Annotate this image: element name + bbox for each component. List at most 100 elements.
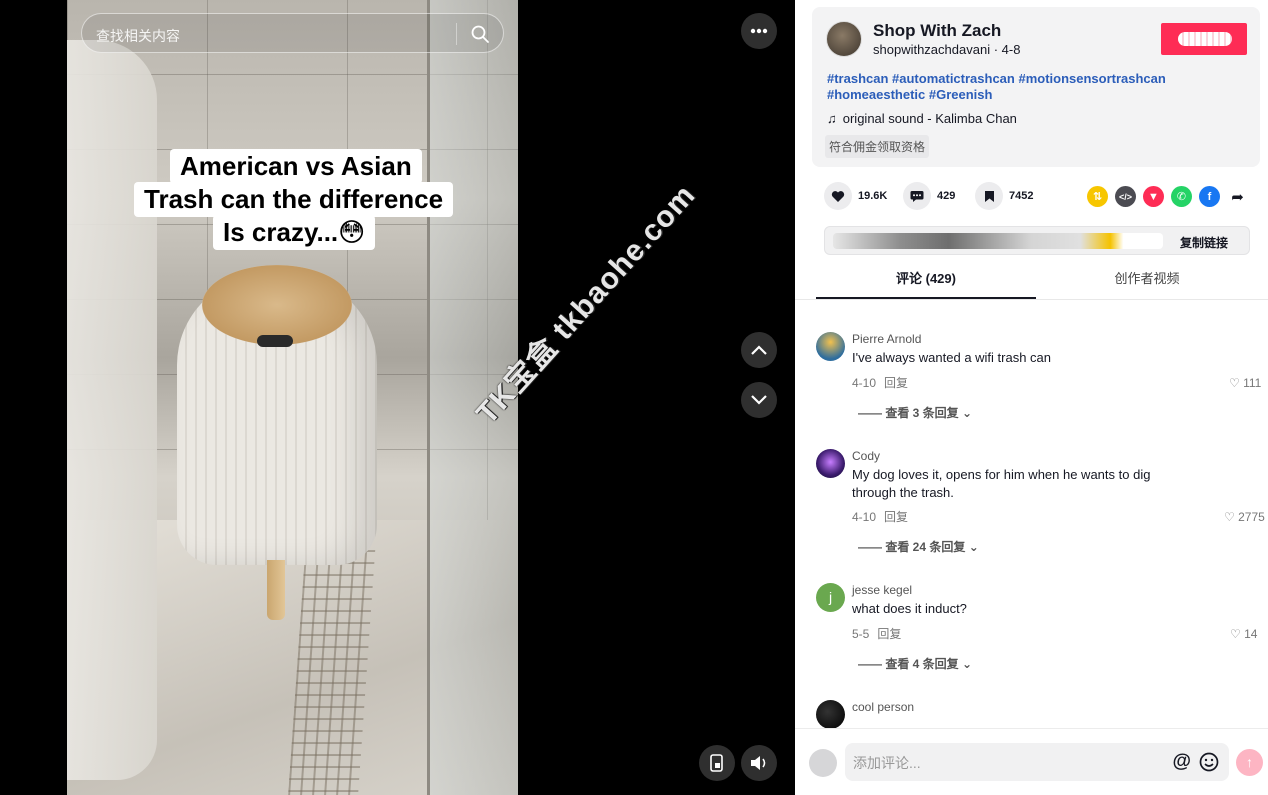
music-title: original sound - Kalimba Chan bbox=[842, 111, 1017, 126]
video-pane: American vs Asian Trash can the differen… bbox=[0, 0, 795, 795]
search-icon[interactable] bbox=[470, 24, 490, 44]
mention-icon[interactable]: @ bbox=[1172, 751, 1191, 773]
commission-badge: 符合佣金领取资格 bbox=[825, 135, 930, 158]
heart-outline-icon: ♡ bbox=[1230, 627, 1241, 641]
commenter-name[interactable]: cool person bbox=[852, 700, 914, 714]
heart-outline-icon: ♡ bbox=[1229, 376, 1240, 390]
chevron-up-icon bbox=[751, 345, 767, 355]
previous-video-button[interactable] bbox=[741, 332, 777, 368]
creator-card: Shop With Zach shopwithzachdavani · 4-8 … bbox=[812, 7, 1260, 167]
comment-meta: 4-10 回复 bbox=[852, 508, 916, 525]
chevron-down-icon: ⌄ bbox=[962, 406, 973, 420]
comment-meta: 5-5 回复 bbox=[852, 625, 909, 642]
comment-text: My dog loves it, opens for him when he w… bbox=[852, 467, 1151, 500]
view-replies-label: 查看 24 条回复 bbox=[885, 540, 966, 554]
chevron-down-icon: ⌄ bbox=[962, 657, 973, 671]
commenter-name[interactable]: jesse kegel bbox=[852, 583, 912, 597]
current-user-avatar bbox=[809, 749, 837, 777]
view-replies-label: 查看 3 条回复 bbox=[885, 406, 959, 420]
side-panel: Shop With Zach shopwithzachdavani · 4-8 … bbox=[795, 0, 1268, 795]
view-replies-label: 查看 4 条回复 bbox=[885, 657, 959, 671]
share-url-redacted bbox=[833, 233, 1163, 249]
tabs-divider bbox=[795, 299, 1268, 300]
ellipsis-icon bbox=[750, 28, 768, 34]
commenter-avatar[interactable] bbox=[816, 332, 845, 361]
facebook-icon[interactable]: f bbox=[1199, 186, 1220, 207]
comment-composer: 添加评论... @ ↑ bbox=[795, 728, 1268, 795]
caption-line-3: Is crazy...😳 bbox=[213, 215, 376, 250]
comment-item: Cody My dog loves it, opens for him when… bbox=[816, 449, 1268, 559]
comment-input[interactable]: 添加评论... @ bbox=[845, 743, 1229, 781]
trash-can-sensor bbox=[257, 335, 293, 347]
creator-name[interactable]: Shop With Zach bbox=[873, 21, 1001, 41]
more-options-button[interactable] bbox=[741, 13, 777, 49]
mini-player-icon bbox=[710, 754, 723, 772]
reply-button[interactable]: 回复 bbox=[884, 510, 908, 524]
comment-date: 4-10 bbox=[852, 510, 877, 524]
hashtags-line-1[interactable]: #trashcan #automatictrashcan #motionsens… bbox=[827, 71, 1237, 87]
comment-icon bbox=[903, 182, 931, 210]
commenter-avatar[interactable]: j bbox=[816, 583, 845, 612]
caption-line-1: American vs Asian bbox=[170, 149, 422, 184]
repost-icon[interactable]: ⇅ bbox=[1087, 186, 1108, 207]
commenter-name[interactable]: Pierre Arnold bbox=[852, 332, 921, 346]
music-note-icon: ♫ bbox=[827, 111, 837, 126]
reply-button[interactable]: 回复 bbox=[877, 627, 901, 641]
next-video-button[interactable] bbox=[741, 382, 777, 418]
view-replies-button[interactable]: —— 查看 24 条回复 ⌄ bbox=[858, 538, 979, 555]
comment-item: Pierre Arnold I've always wanted a wifi … bbox=[816, 332, 1268, 422]
comment-meta: 4-10 回复 bbox=[852, 374, 916, 391]
embed-icon[interactable]: </> bbox=[1115, 186, 1136, 207]
music-row[interactable]: ♫ original sound - Kalimba Chan bbox=[827, 111, 1017, 126]
comment-input-placeholder: 添加评论... bbox=[853, 755, 921, 771]
caption-line-2: Trash can the difference bbox=[134, 182, 454, 217]
comment-action[interactable]: 429 bbox=[903, 182, 955, 210]
creator-handle: shopwithzachdavani · 4-8 bbox=[873, 42, 1021, 57]
arrow-up-icon: ↑ bbox=[1246, 754, 1253, 770]
hashtags-line-2[interactable]: #homeaesthetic #Greenish bbox=[827, 87, 1237, 103]
speaker-icon bbox=[751, 756, 766, 770]
whatsapp-icon[interactable]: ✆ bbox=[1171, 186, 1192, 207]
commenter-name[interactable]: Cody bbox=[852, 449, 880, 463]
view-replies-button[interactable]: —— 查看 3 条回复 ⌄ bbox=[858, 404, 972, 421]
like-count: 19.6K bbox=[858, 190, 888, 202]
emoji-icon[interactable] bbox=[1199, 752, 1219, 772]
heart-outline-icon: ♡ bbox=[1224, 510, 1235, 524]
view-replies-button[interactable]: —— 查看 4 条回复 ⌄ bbox=[858, 655, 972, 672]
comment-item: j jesse kegel what does it induct? 5-5 回复… bbox=[816, 583, 1268, 673]
share-more-icon[interactable]: ➦ bbox=[1227, 186, 1248, 207]
comment-item: cool person bbox=[816, 700, 1268, 730]
trash-can-leg bbox=[267, 560, 285, 620]
chevron-down-icon bbox=[751, 395, 767, 405]
comment-text: what does it induct? bbox=[852, 601, 967, 616]
toilet bbox=[67, 40, 157, 780]
send-button[interactable]: ↑ bbox=[1236, 749, 1263, 776]
send-to-friend-icon[interactable]: ▼ bbox=[1143, 186, 1164, 207]
video-player[interactable]: American vs Asian Trash can the differen… bbox=[67, 0, 518, 795]
comment-like[interactable]: ♡ 14 bbox=[1230, 627, 1257, 641]
commenter-avatar[interactable] bbox=[816, 700, 845, 729]
follow-button[interactable] bbox=[1161, 23, 1247, 55]
trash-can-lid bbox=[202, 265, 352, 345]
commenter-avatar[interactable] bbox=[816, 449, 845, 478]
comment-like[interactable]: ♡ 111 bbox=[1229, 376, 1261, 390]
comment-text: I've always wanted a wifi trash can bbox=[852, 350, 1052, 365]
mini-player-button[interactable] bbox=[699, 745, 735, 781]
search-bar[interactable]: 查找相关内容 bbox=[81, 13, 504, 53]
reply-button[interactable]: 回复 bbox=[884, 376, 908, 390]
copy-link-button[interactable]: 复制链接 bbox=[1180, 234, 1228, 251]
creator-avatar[interactable] bbox=[826, 21, 862, 57]
comment-like-count: 111 bbox=[1243, 376, 1262, 390]
tab-creator-videos[interactable]: 创作者视频 bbox=[1037, 268, 1257, 299]
comment-like-count: 2775 bbox=[1238, 510, 1265, 524]
save-action[interactable]: 7452 bbox=[975, 182, 1033, 210]
comment-date: 5-5 bbox=[852, 627, 870, 641]
comment-like[interactable]: ♡ 2775 bbox=[1224, 510, 1265, 524]
volume-button[interactable] bbox=[741, 745, 777, 781]
like-action[interactable]: 19.6K bbox=[824, 182, 887, 210]
comment-count: 429 bbox=[937, 190, 956, 202]
comment-like-count: 14 bbox=[1244, 627, 1258, 641]
follow-button-label-redacted bbox=[1178, 32, 1232, 46]
share-link-row: 复制链接 bbox=[824, 226, 1250, 255]
tab-comments[interactable]: 评论 (429) bbox=[816, 268, 1036, 299]
